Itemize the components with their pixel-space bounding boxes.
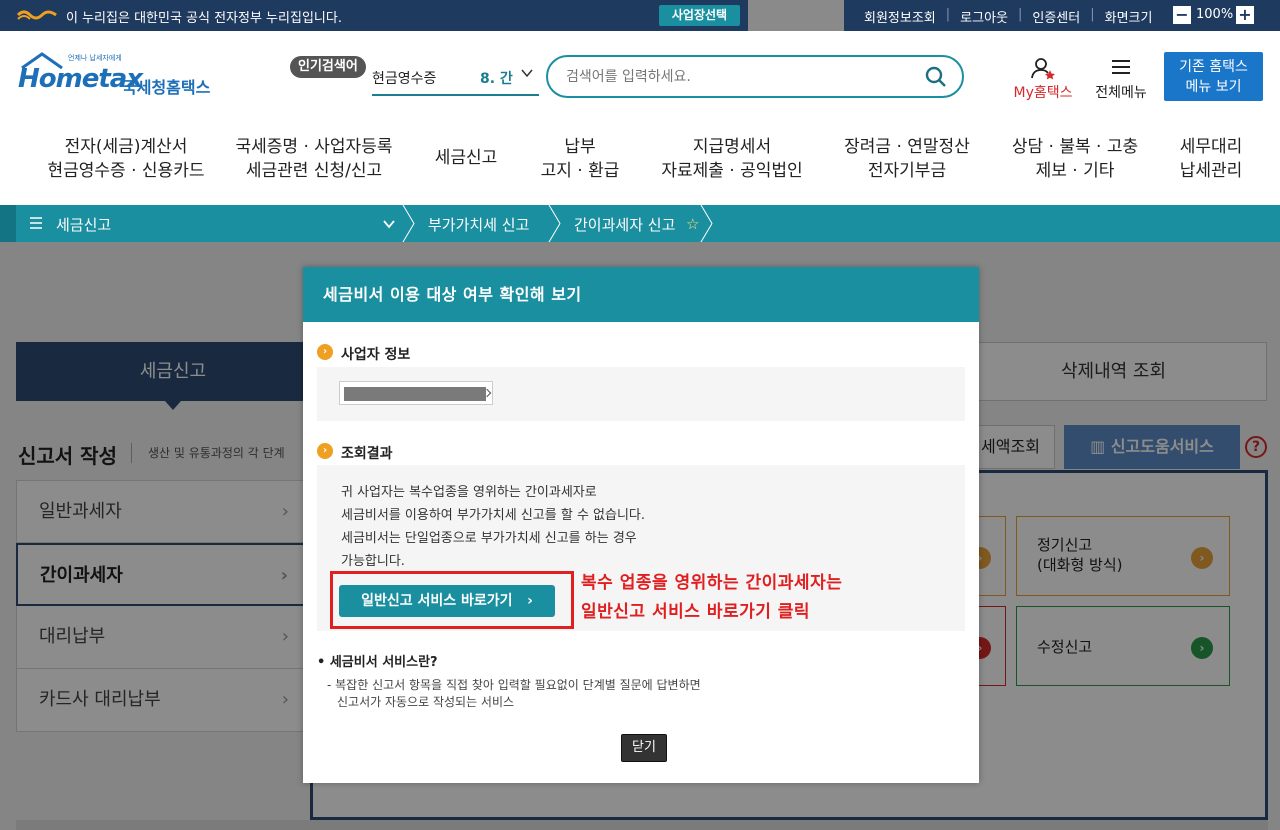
zoom-in-button[interactable]: + xyxy=(1236,6,1254,24)
breadcrumb: 세금신고 부가가치세 신고 간이과세자 신고 ☆ xyxy=(0,205,1280,242)
old-menu-button[interactable]: 기존 홈택스 메뉴 보기 xyxy=(1164,52,1263,101)
gnb-item-incentive[interactable]: 장려금 · 연말정산 전자기부금 xyxy=(836,135,978,183)
user-star-icon xyxy=(1031,58,1055,80)
search-box xyxy=(546,55,964,98)
tax-secretary-modal: 세금비서 이용 대상 여부 확인해 보기 › 사업자 정보 › 조회결과 귀 사… xyxy=(303,267,979,783)
chevron-down-icon[interactable] xyxy=(520,66,534,80)
gnb-item-payment[interactable]: 납부 고지 · 환급 xyxy=(530,135,630,183)
about-service-title: • 세금비서 서비스란? xyxy=(317,655,438,670)
business-info-box xyxy=(317,367,965,421)
zoom-level: 100% xyxy=(1196,7,1234,22)
breadcrumb-separator-icon xyxy=(700,205,713,242)
popular-search-underline xyxy=(372,94,539,96)
hamburger-icon xyxy=(1112,60,1130,74)
breadcrumb-separator-icon xyxy=(402,205,415,242)
my-hometax-button[interactable]: My홈택스 xyxy=(1008,56,1078,102)
hometax-logo[interactable]: 언제나 납세자에게 Hometax 국세청홈택스 xyxy=(18,52,228,102)
screen-size-label: 화면크기 xyxy=(1104,11,1153,26)
masked-user-name xyxy=(748,0,844,31)
global-nav: 전자(세금)계산서 현금영수증 · 신용카드 국세증명 · 사업자등록 세금관련 신… xyxy=(0,135,1280,185)
annotation-text: 복수 업종을 영위하는 간이과세자는 일반신고 서비스 바로가기 클릭 xyxy=(581,573,843,622)
top-links: 회원정보조회 | 로그아웃 | 인증센터 | 화면크기 xyxy=(854,7,1162,26)
breadcrumb-separator-icon xyxy=(548,205,561,242)
gov-banner-text: 이 누리집은 대한민국 공식 전자정부 누리집입니다. xyxy=(66,11,342,26)
gov-banner: 이 누리집은 대한민국 공식 전자정부 누리집입니다. 사업장선택 회원정보조회… xyxy=(0,0,1280,31)
all-menu-button[interactable]: 전체메뉴 xyxy=(1090,56,1152,102)
gnb-item-statement[interactable]: 지급명세서 자료제출 · 공익법인 xyxy=(650,135,814,183)
breadcrumb-level3[interactable]: 간이과세자 신고 xyxy=(574,214,675,235)
gov-symbol-icon xyxy=(16,10,57,20)
annotation-highlight-box xyxy=(330,571,574,629)
chevron-down-icon[interactable] xyxy=(382,218,396,230)
popular-search-term[interactable]: 현금영수증 xyxy=(372,68,436,88)
breadcrumb-level1[interactable]: 세금신고 xyxy=(56,214,111,235)
logout-link[interactable]: 로그아웃 xyxy=(950,7,1018,26)
chevron-right-icon: › xyxy=(317,344,333,360)
result-message: 귀 사업자는 복수업종을 영위하는 간이과세자로 세금비서를 이용하여 부가가치… xyxy=(341,485,646,569)
business-info-title: › 사업자 정보 xyxy=(317,344,410,364)
gnb-item-agent[interactable]: 세무대리 납세관리 xyxy=(1168,135,1254,183)
about-service-desc: - 복잡한 신고서 항목을 직접 찾아 입력할 필요없이 단계별 질문에 답변하… xyxy=(327,678,701,709)
modal-title: 세금비서 이용 대상 여부 확인해 보기 xyxy=(303,267,979,322)
search-input[interactable] xyxy=(566,67,906,87)
gnb-item-consult[interactable]: 상담 · 불복 · 고충 제보 · 기타 xyxy=(1002,135,1148,183)
popular-search-badge: 인기검색어 xyxy=(290,56,366,78)
business-select-button[interactable]: 사업장선택 xyxy=(659,5,740,26)
chevron-right-icon: › xyxy=(317,443,333,459)
gnb-item-certificate[interactable]: 국세증명 · 사업자등록 세금관련 신청/신고 xyxy=(226,135,402,183)
zoom-out-button[interactable]: − xyxy=(1173,6,1191,24)
popular-search-rank[interactable]: 8. 간 xyxy=(480,68,513,88)
result-title: › 조회결과 xyxy=(317,443,393,463)
member-info-link[interactable]: 회원정보조회 xyxy=(854,7,946,26)
favorite-star-icon[interactable]: ☆ xyxy=(686,215,699,233)
business-select[interactable] xyxy=(339,381,493,405)
close-button[interactable]: 닫기 xyxy=(621,734,667,762)
masked-business-number xyxy=(344,387,486,401)
menu-icon[interactable] xyxy=(30,216,42,230)
search-icon[interactable] xyxy=(924,65,948,89)
gnb-item-tax-report[interactable]: 세금신고 xyxy=(420,146,512,170)
breadcrumb-level2[interactable]: 부가가치세 신고 xyxy=(428,214,529,235)
cert-center-link[interactable]: 인증센터 xyxy=(1022,7,1090,26)
gnb-item-einvoice[interactable]: 전자(세금)계산서 현금영수증 · 신용카드 xyxy=(38,135,214,183)
